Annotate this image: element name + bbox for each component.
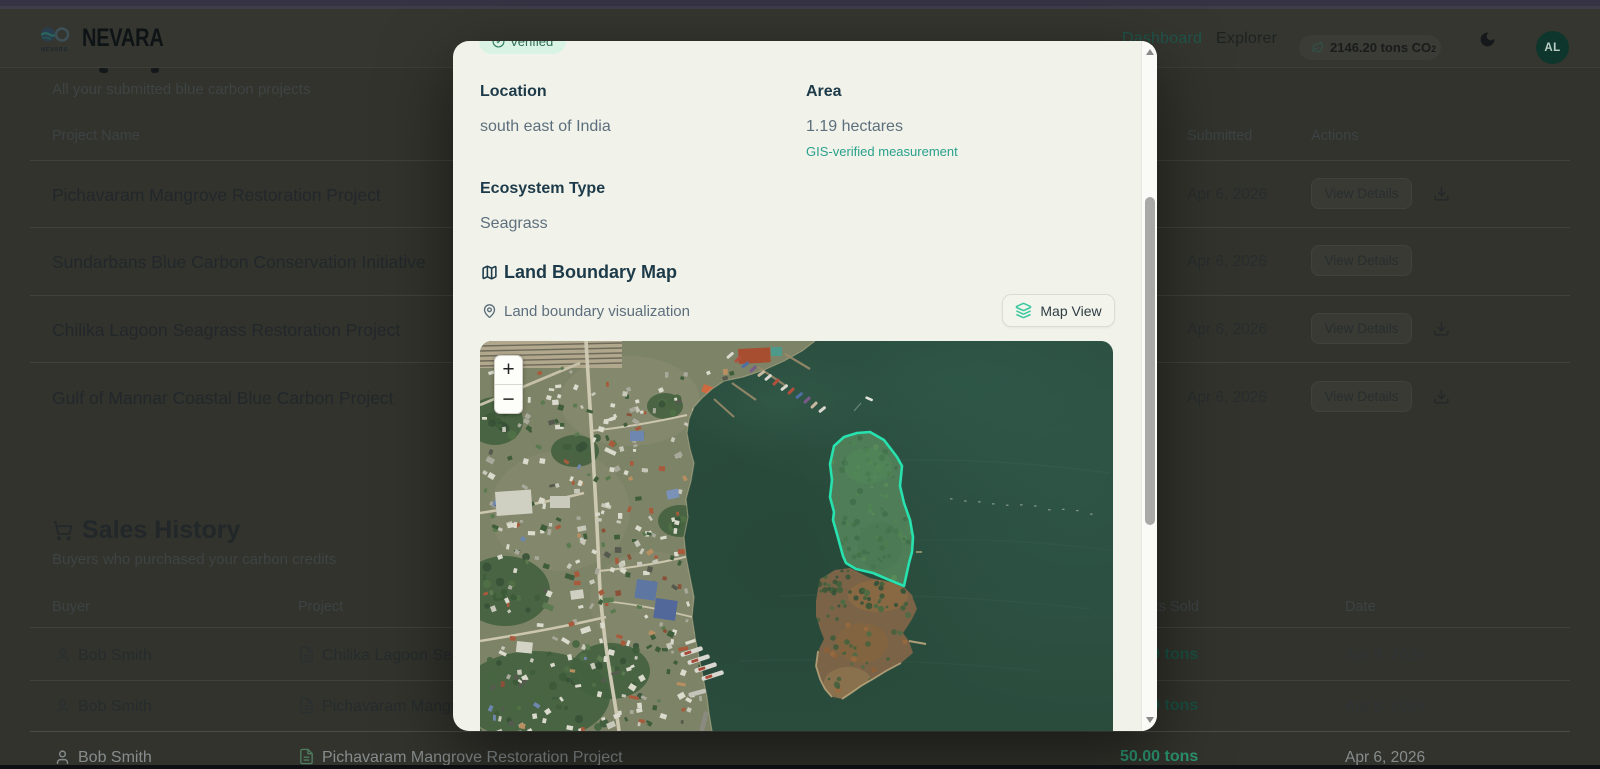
svg-text:NEVARA: NEVARA — [41, 48, 69, 54]
